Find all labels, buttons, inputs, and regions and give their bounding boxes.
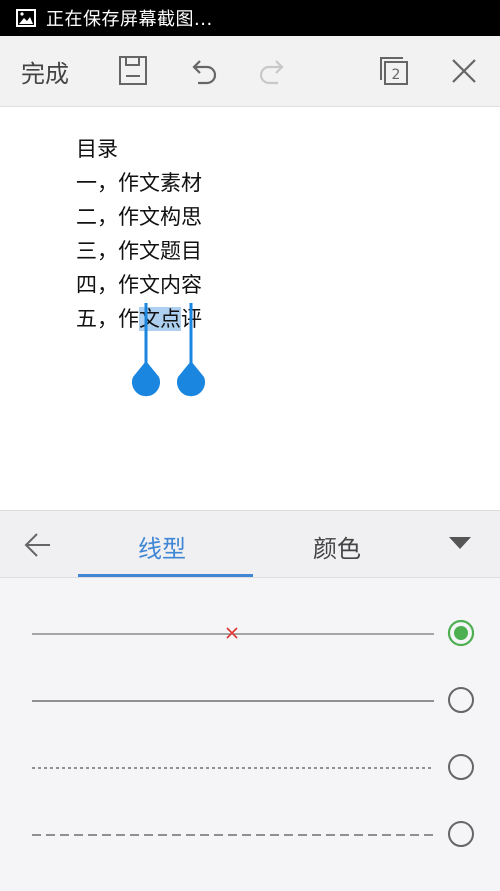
save-icon[interactable]	[116, 54, 150, 88]
document-canvas[interactable]: 目录 一，作文素材 二，作文构思 三，作文题目 四，作文内容 五，作文点评	[0, 107, 500, 510]
radio-selected-icon[interactable]	[447, 619, 475, 647]
active-tab-indicator	[78, 574, 253, 577]
doc-line: 二，作文构思	[76, 205, 202, 229]
done-button[interactable]: 完成	[21, 54, 69, 89]
line-preview-dashed	[32, 834, 434, 836]
close-icon[interactable]	[447, 54, 481, 88]
doc-line: 三，作文题目	[76, 239, 202, 263]
tab-line-type[interactable]: 线型	[138, 529, 186, 564]
doc-line: 目录	[76, 137, 118, 161]
radio-unselected-icon[interactable]	[447, 753, 475, 781]
line-style-option-dotted[interactable]	[0, 747, 500, 787]
arrow-left-icon[interactable]	[24, 531, 52, 559]
tab-color[interactable]: 颜色	[313, 529, 361, 564]
triangle-down-icon[interactable]	[449, 537, 471, 549]
selection-end-handle[interactable]	[175, 303, 207, 399]
redo-icon[interactable]	[256, 54, 290, 88]
radio-unselected-icon[interactable]	[447, 686, 475, 714]
undo-icon[interactable]	[186, 54, 220, 88]
editor-toolbar: 完成 2	[0, 36, 500, 107]
line-preview-solid	[32, 700, 434, 702]
line-preview-dotted	[32, 767, 434, 769]
line-style-option-solid[interactable]	[0, 680, 500, 720]
line-style-panel: 线型 颜色	[0, 510, 500, 891]
page-count: 2	[392, 67, 401, 83]
status-text: 正在保存屏幕截图...	[46, 9, 213, 30]
pages-icon[interactable]: 2	[377, 54, 411, 88]
selection-start-handle[interactable]	[130, 303, 162, 399]
radio-unselected-icon[interactable]	[447, 820, 475, 848]
line-style-option-dashed[interactable]	[0, 814, 500, 854]
doc-line: 一，作文素材	[76, 171, 202, 195]
line-style-option-none[interactable]	[0, 613, 500, 653]
status-bar: 正在保存屏幕截图...	[0, 0, 500, 36]
image-icon	[16, 9, 36, 27]
doc-line: 四，作文内容	[76, 273, 202, 297]
panel-tab-bar: 线型 颜色	[0, 511, 500, 578]
no-line-x-icon	[226, 627, 238, 639]
